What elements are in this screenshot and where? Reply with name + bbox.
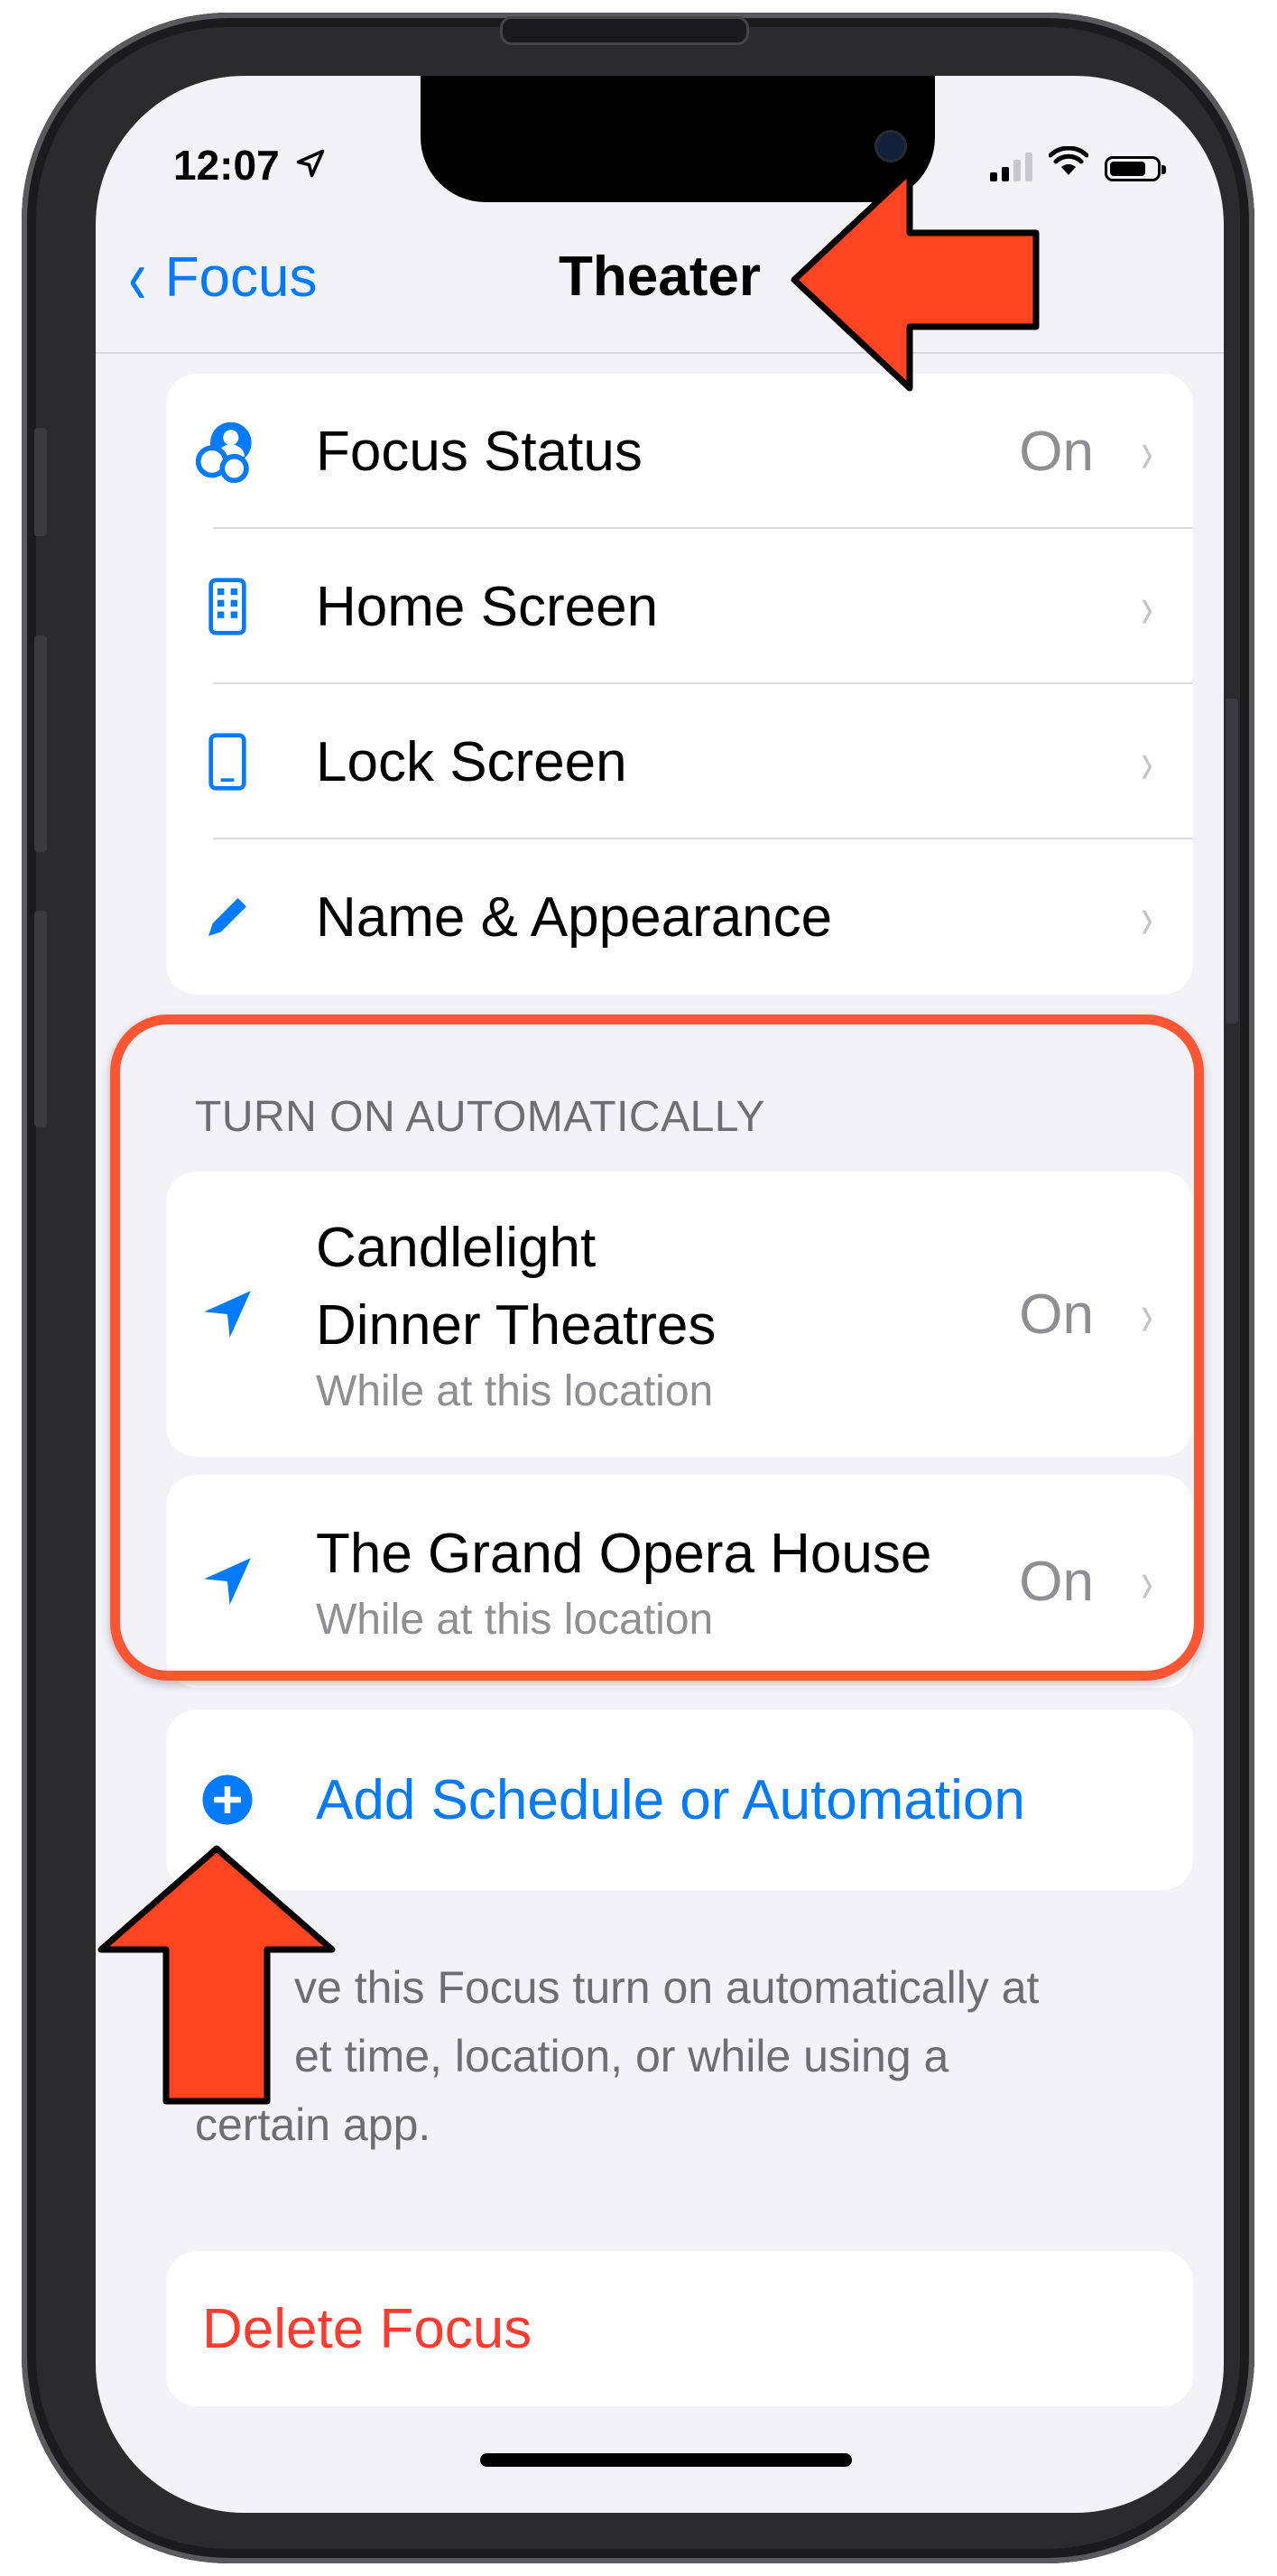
focus-status-label: Focus Status [316, 420, 643, 483]
pencil-icon [193, 883, 262, 951]
focus-status-value: On [1019, 420, 1094, 483]
volume-down-button [34, 911, 47, 1127]
annotation-arrow-up-icon [97, 1845, 336, 2105]
earpiece-speaker [500, 16, 749, 45]
chevron-right-icon: › [1141, 728, 1153, 795]
add-schedule-label: Add Schedule or Automation [316, 1768, 1025, 1831]
volume-up-button [34, 635, 47, 852]
plus-circle-icon [193, 1765, 262, 1834]
home-screen-icon [193, 572, 262, 641]
status-time: 12:07 [173, 141, 327, 190]
annotation-arrow-left-icon [791, 168, 1040, 392]
home-screen-row[interactable]: Home Screen › [166, 529, 1193, 684]
home-indicator[interactable] [480, 2453, 852, 2467]
lock-screen-row[interactable]: Lock Screen › [166, 684, 1193, 839]
home-screen-label: Home Screen [316, 575, 659, 638]
focus-settings-group: Focus Status On › Home Screen › Lock Scr… [166, 374, 1193, 995]
annotation-highlight-box [110, 1015, 1204, 1681]
nav-divider [96, 352, 1224, 354]
focus-status-icon [193, 417, 262, 486]
chevron-right-icon: › [1141, 884, 1153, 950]
delete-focus-label: Delete Focus [202, 2297, 532, 2360]
name-appearance-label: Name & Appearance [316, 885, 833, 949]
battery-icon [1105, 156, 1166, 181]
lock-screen-icon [193, 727, 262, 796]
page-title: Theater [559, 246, 761, 308]
side-button [1226, 699, 1238, 1024]
chevron-right-icon: › [1141, 573, 1153, 640]
wifi-icon [1048, 145, 1089, 181]
location-services-icon [294, 148, 327, 188]
delete-focus-button[interactable]: Delete Focus [166, 2251, 1193, 2406]
camera-icon [874, 130, 907, 162]
clock: 12:07 [173, 142, 280, 189]
lock-screen-label: Lock Screen [316, 730, 627, 793]
action-button [34, 428, 47, 536]
chevron-right-icon: › [1141, 418, 1153, 485]
name-appearance-row[interactable]: Name & Appearance › [166, 839, 1193, 995]
